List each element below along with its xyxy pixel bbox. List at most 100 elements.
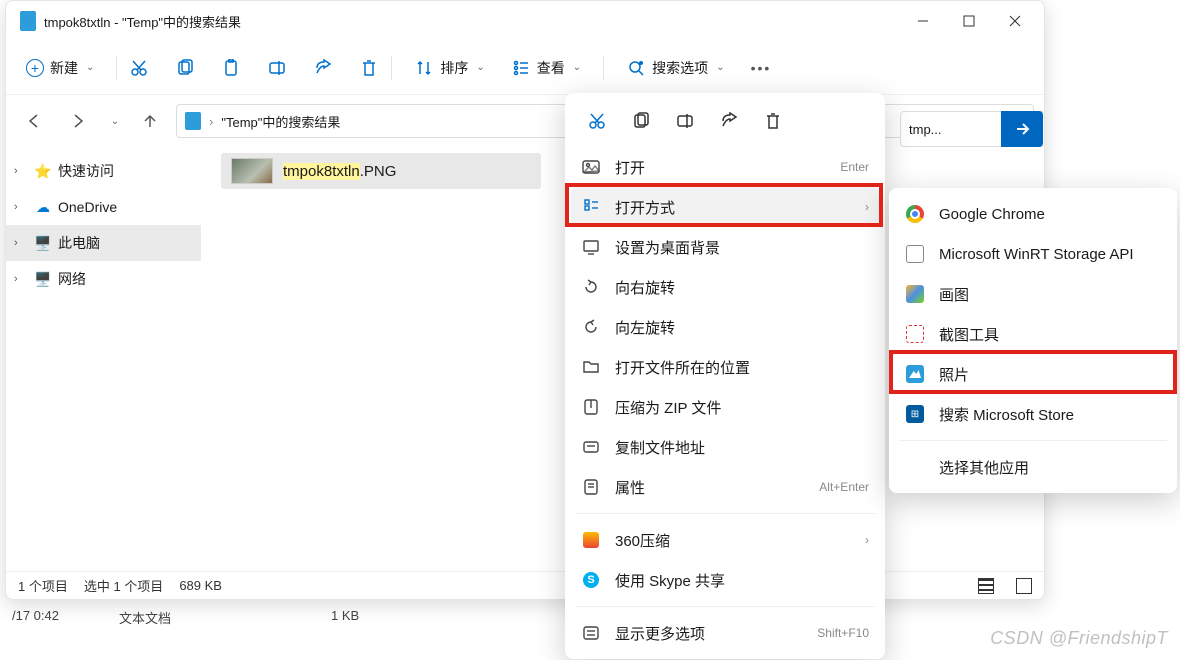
status-size: 689 KB <box>179 578 222 593</box>
sidebar-label: OneDrive <box>58 199 117 215</box>
folder-icon <box>581 357 601 377</box>
ctx-delete-icon[interactable] <box>753 103 793 139</box>
desktop-icon <box>581 237 601 257</box>
copy-icon[interactable] <box>175 58 195 78</box>
app-paint[interactable]: 画图 <box>895 274 1171 314</box>
new-button[interactable]: + 新建 ⌄ <box>16 52 104 84</box>
new-label: 新建 <box>50 58 78 78</box>
ctx-setbg[interactable]: 设置为桌面背景 <box>571 227 879 267</box>
app-winrt[interactable]: Microsoft WinRT Storage API <box>895 234 1171 274</box>
ctx-copypath[interactable]: 复制文件地址 <box>571 427 879 467</box>
search-value: tmp... <box>909 122 942 137</box>
bg-size: 1 KB <box>331 608 359 627</box>
ctx-open[interactable]: 打开 Enter <box>571 147 879 187</box>
ctx-zip[interactable]: 压缩为 ZIP 文件 <box>571 387 879 427</box>
delete-icon[interactable] <box>359 58 379 78</box>
folder-icon <box>185 112 201 130</box>
toolbar: + 新建 ⌄ 排序 ⌄ 查看 ⌄ 搜索选项 ⌄ ••• <box>6 41 1044 95</box>
close-button[interactable] <box>992 1 1038 41</box>
ctx-rename-icon[interactable] <box>665 103 705 139</box>
watermark: CSDN @FriendshipT <box>990 628 1168 649</box>
chrome-icon <box>906 205 924 223</box>
ctx-more-options[interactable]: 显示更多选项 Shift+F10 <box>571 613 879 653</box>
cut-icon[interactable] <box>129 58 149 78</box>
skype-icon: S <box>581 570 601 590</box>
ctx-rotate-left[interactable]: 向左旋转 <box>571 307 879 347</box>
statusbar: 1 个项目 选中 1 个项目 689 KB <box>6 571 1044 599</box>
properties-icon <box>581 477 601 497</box>
context-menu: 打开 Enter 打开方式 › 设置为桌面背景 向右旋转 向左旋转 打开文件所在… <box>565 93 885 659</box>
sidebar-item-onedrive[interactable]: ›☁ OneDrive <box>6 189 201 225</box>
snip-icon <box>906 325 924 343</box>
bg-date: /17 0:42 <box>12 608 59 627</box>
nav-history[interactable]: ⌄ <box>104 103 124 139</box>
file-icon <box>906 245 924 263</box>
ctx-cut-icon[interactable] <box>577 103 617 139</box>
nav-forward[interactable] <box>60 103 96 139</box>
titlebar: tmpok8txtln - "Temp"中的搜索结果 <box>6 1 1044 41</box>
chevron-right-icon: › <box>865 200 869 214</box>
view-details-icon[interactable] <box>978 578 994 594</box>
share-icon[interactable] <box>313 58 333 78</box>
paste-icon[interactable] <box>221 58 241 78</box>
app-store[interactable]: ⊞ 搜索 Microsoft Store <box>895 394 1171 434</box>
rotate-right-icon <box>581 277 601 297</box>
zip-icon <box>581 397 601 417</box>
ctx-360zip[interactable]: 360压缩 › <box>571 520 879 560</box>
address-bar-row: ⌄ › "Temp"中的搜索结果 <box>6 95 1044 147</box>
ctx-skype[interactable]: S 使用 Skype 共享 <box>571 560 879 600</box>
rename-icon[interactable] <box>267 58 287 78</box>
view-large-icon[interactable] <box>1016 578 1032 594</box>
image-icon <box>581 157 601 177</box>
more-icon <box>581 623 601 643</box>
app-chrome[interactable]: Google Chrome <box>895 194 1171 234</box>
file-name: tmpok8txtln.PNG <box>283 163 396 180</box>
view-label: 查看 <box>537 58 565 78</box>
sidebar-label: 快速访问 <box>58 161 114 181</box>
searchopts-label: 搜索选项 <box>652 58 708 78</box>
status-selected: 选中 1 个项目 <box>84 576 163 595</box>
openwith-icon <box>581 197 601 217</box>
ctx-open-location[interactable]: 打开文件所在的位置 <box>571 347 879 387</box>
chevron-right-icon: › <box>865 533 869 547</box>
paint-icon <box>906 285 924 303</box>
ctx-share-icon[interactable] <box>709 103 749 139</box>
sidebar: ›⭐ 快速访问 ›☁ OneDrive ›🖥️ 此电脑 ›🖥️ 网络 <box>6 147 201 571</box>
ctx-openwith[interactable]: 打开方式 › <box>571 187 879 227</box>
rotate-left-icon <box>581 317 601 337</box>
store-icon: ⊞ <box>906 405 924 423</box>
360-icon <box>581 530 601 550</box>
sidebar-label: 此电脑 <box>58 233 100 253</box>
app-other[interactable]: 选择其他应用 <box>895 447 1171 487</box>
more-button[interactable]: ••• <box>741 54 782 82</box>
sort-button[interactable]: 排序 ⌄ <box>404 52 494 84</box>
sidebar-item-network[interactable]: ›🖥️ 网络 <box>6 261 201 297</box>
nav-up[interactable] <box>132 103 168 139</box>
file-row[interactable]: tmpok8txtln.PNG <box>221 153 541 189</box>
minimize-button[interactable] <box>900 1 946 41</box>
breadcrumb-text: "Temp"中的搜索结果 <box>221 112 340 131</box>
sidebar-label: 网络 <box>58 269 86 289</box>
file-thumbnail <box>231 158 273 184</box>
ctx-properties[interactable]: 属性 Alt+Enter <box>571 467 879 507</box>
sidebar-item-thispc[interactable]: ›🖥️ 此电脑 <box>6 225 201 261</box>
photos-icon <box>906 365 924 383</box>
copypath-icon <box>581 437 601 457</box>
app-snip[interactable]: 截图工具 <box>895 314 1171 354</box>
sort-label: 排序 <box>440 58 468 78</box>
search-submit[interactable] <box>1001 111 1043 147</box>
app-photos[interactable]: 照片 <box>895 354 1171 394</box>
window-title: tmpok8txtln - "Temp"中的搜索结果 <box>44 12 241 31</box>
view-button[interactable]: 查看 ⌄ <box>501 52 591 84</box>
nav-back[interactable] <box>16 103 52 139</box>
ctx-rotate-right[interactable]: 向右旋转 <box>571 267 879 307</box>
searchopts-button[interactable]: 搜索选项 ⌄ <box>616 52 734 84</box>
status-count: 1 个项目 <box>18 576 68 595</box>
background-list: /17 0:42 文本文档 1 KB <box>0 600 1048 660</box>
bg-type: 文本文档 <box>119 608 171 627</box>
window-icon <box>20 11 36 31</box>
sidebar-item-quick[interactable]: ›⭐ 快速访问 <box>6 153 201 189</box>
maximize-button[interactable] <box>946 1 992 41</box>
openwith-submenu: Google Chrome Microsoft WinRT Storage AP… <box>889 188 1177 493</box>
ctx-copy-icon[interactable] <box>621 103 661 139</box>
